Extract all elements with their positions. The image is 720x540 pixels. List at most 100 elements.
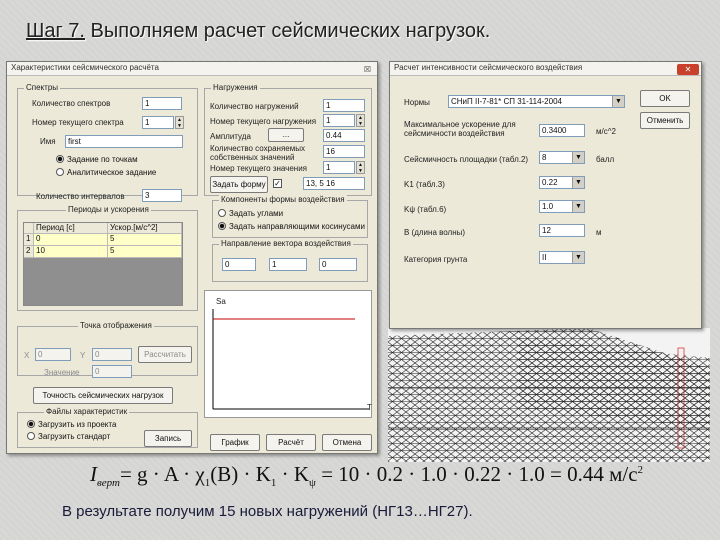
col-period-header: Период [с]: [34, 223, 108, 234]
formula-expr-d: = 10 · 0.2 · 1.0 · 0.22 · 1.0 = 0.44 м/с: [315, 462, 638, 486]
current-spectrum-stepper[interactable]: ▲ ▼: [175, 116, 184, 129]
response-x-input[interactable]: 0: [35, 348, 71, 361]
assign-form-button[interactable]: Задать форму: [210, 176, 268, 193]
formula-expr-c: · K: [276, 462, 310, 486]
table-cell-period[interactable]: 0: [34, 234, 108, 246]
table-corner: [24, 223, 34, 234]
chevron-down-icon: ▼: [572, 252, 584, 263]
norms-select[interactable]: СНиП II-7-81* СП 31-114-2004 ▼: [448, 95, 625, 108]
radio-load-project[interactable]: Загрузить из проекта: [27, 420, 116, 429]
formula-lhs-sub: верт: [97, 477, 120, 490]
response-x-label: X: [24, 351, 30, 360]
calculate-button[interactable]: Расчёт: [266, 434, 316, 451]
radio-cosines[interactable]: Задать направляющими косинусами: [218, 222, 365, 231]
kpsi-select[interactable]: 1.0 ▼: [539, 200, 585, 213]
max-accel-unit: м/с^2: [596, 127, 616, 136]
k1-label: K1 (табл.3): [404, 180, 445, 189]
current-value-input[interactable]: 1: [323, 161, 355, 174]
radio-dot-on-icon: [218, 222, 226, 230]
table-cell-period[interactable]: 10: [34, 246, 108, 258]
col-accel-header: Ускор.[м/с^2]: [108, 223, 182, 234]
radio-points[interactable]: Задание по точкам: [56, 155, 138, 164]
norms-label: Нормы: [404, 98, 430, 107]
b-unit: м: [596, 228, 602, 237]
response-value-label: Значение: [44, 368, 80, 377]
current-load-stepper[interactable]: ▲ ▼: [356, 114, 365, 127]
table-cell-accel[interactable]: 5: [108, 234, 182, 246]
current-value-label: Номер текущего значения: [210, 164, 308, 173]
radio-analytic[interactable]: Аналитическое задание: [56, 168, 156, 177]
current-spectrum-input[interactable]: 1: [142, 116, 174, 129]
slide-title: Шаг 7. Выполняем расчет сейсмических наг…: [26, 20, 490, 43]
spectrum-name-label: Имя: [40, 137, 56, 146]
graph-plot: [212, 309, 369, 410]
loads-count-label: Количество нагружений: [210, 102, 299, 111]
title-step: Шаг 7.: [26, 20, 85, 42]
saved-values-input[interactable]: 16: [323, 145, 365, 158]
formula-expr-a: = g · A · χ: [119, 462, 205, 486]
cancel-intensity-button[interactable]: Отменить: [640, 112, 690, 129]
norms-value: СНиП II-7-81* СП 31-114-2004: [451, 97, 562, 106]
spectrum-graph: Sa T: [204, 290, 372, 418]
formula-unit-sup: 2: [637, 464, 644, 476]
amplitude-button[interactable]: ...: [268, 128, 304, 142]
radio-dot-icon: [56, 168, 64, 176]
k1-value: 0.22: [542, 178, 558, 187]
response-legend: Точка отображения: [78, 321, 154, 330]
current-load-input[interactable]: 1: [323, 114, 355, 127]
soil-select[interactable]: II ▼: [539, 251, 585, 264]
current-value-stepper[interactable]: ▲ ▼: [356, 161, 365, 174]
loads-count-input[interactable]: 1: [323, 99, 365, 112]
radio-dot-icon: [218, 209, 226, 217]
dialog-title: Характеристики сейсмического расчёта: [7, 62, 377, 76]
close-icon[interactable]: ✕: [677, 64, 699, 75]
radio-load-standard[interactable]: Загрузить стандарт: [27, 432, 110, 441]
soil-value: II: [542, 253, 547, 262]
seismicity-value: 8: [542, 153, 547, 162]
seismicity-select[interactable]: 8 ▼: [539, 151, 585, 164]
chevron-down-icon: ▼: [572, 152, 584, 163]
kpsi-label: Kψ (табл.6): [404, 205, 447, 214]
radio-analytic-label: Аналитическое задание: [67, 168, 157, 177]
kpsi-value: 1.0: [542, 202, 554, 211]
cancel-button[interactable]: Отмена: [322, 434, 372, 451]
formula-kpsi-sub: ψ: [309, 477, 316, 490]
spectra-count-input[interactable]: 1: [142, 97, 182, 110]
spectrum-name-input[interactable]: first: [65, 135, 183, 148]
direction-legend: Направление вектора воздействия: [219, 239, 353, 248]
radio-load-standard-label: Загрузить стандарт: [38, 432, 111, 441]
saved-values-label: Количество сохраняемых собственных значе…: [210, 144, 305, 162]
response-value-input[interactable]: 0: [92, 365, 132, 378]
radio-dot-icon: [27, 432, 35, 440]
files-legend: Файлы характеристик: [44, 407, 130, 416]
formula-expr-b: (B) · K: [210, 462, 271, 486]
radio-angles[interactable]: Задать углами: [218, 209, 283, 218]
table-cell-accel[interactable]: 5: [108, 246, 182, 258]
save-button[interactable]: Запись: [144, 430, 192, 447]
intervals-label: Количество интервалов: [36, 192, 125, 201]
calculate-point-button[interactable]: Рассчитать: [138, 346, 192, 363]
ok-button[interactable]: OK: [640, 90, 690, 107]
direction-z-input[interactable]: 0: [319, 258, 357, 271]
formula-lhs: I: [90, 462, 97, 486]
intensity-dialog-title: Расчет интенсивности сейсмического возде…: [390, 62, 701, 76]
components-legend: Компоненты формы воздействия: [219, 195, 347, 204]
k1-select[interactable]: 0.22 ▼: [539, 176, 585, 189]
graph-button[interactable]: График: [210, 434, 260, 451]
structure-wireframe: [388, 328, 710, 462]
max-accel-label: Максимальное ускорение для сейсмичности …: [404, 120, 516, 138]
direction-y-input[interactable]: 1: [269, 258, 307, 271]
periods-table: Период [с] Ускор.[м/с^2] 1 0 5 2 10 5: [23, 222, 183, 306]
response-y-input[interactable]: 0: [92, 348, 132, 361]
assign-form-input[interactable]: 13, 5 16: [303, 177, 365, 190]
components-group: Компоненты формы воздействия: [212, 195, 368, 238]
assign-checkbox[interactable]: ✓: [273, 179, 282, 188]
direction-x-input[interactable]: 0: [222, 258, 256, 271]
amplitude-input[interactable]: 0.44: [323, 129, 365, 142]
b-input[interactable]: 12: [539, 224, 585, 237]
max-accel-input[interactable]: 0.3400: [539, 124, 585, 137]
close-icon[interactable]: ☒: [361, 64, 374, 75]
intervals-input[interactable]: 3: [142, 189, 182, 202]
spectra-legend: Спектры: [24, 83, 61, 92]
accuracy-button[interactable]: Точность сейсмических нагрузок: [33, 387, 173, 404]
